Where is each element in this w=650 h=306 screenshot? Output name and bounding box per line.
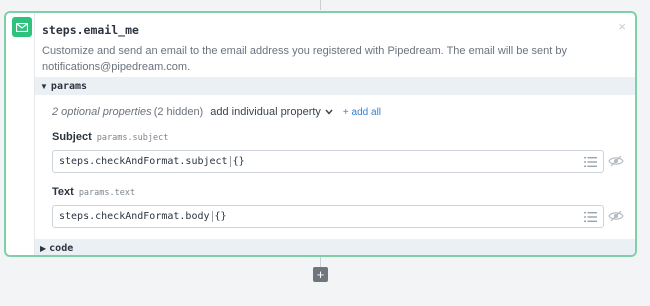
eye-slash-icon[interactable] — [608, 155, 624, 167]
envelope-icon — [12, 17, 32, 37]
expression-braces: {} — [211, 211, 229, 222]
property-name: Text — [52, 186, 74, 198]
params-section-toggle[interactable]: ▼ params — [35, 77, 635, 95]
add-individual-property-label: add individual property — [210, 106, 321, 118]
optional-properties-hidden: (2 hidden) — [153, 106, 204, 118]
property-label-subject: Subject params.subject — [52, 131, 168, 143]
step-left-rail — [34, 13, 35, 255]
close-icon[interactable]: × — [618, 19, 626, 34]
input-expression: steps.checkAndFormat.subject — [59, 156, 228, 167]
property-path: params.text — [78, 188, 136, 198]
caret-down-icon: ▼ — [40, 81, 48, 91]
eye-slash-icon[interactable] — [608, 210, 624, 222]
connector-line-bottom — [320, 257, 321, 267]
step-card: steps.email_me × Customize and send an e… — [4, 11, 637, 257]
connector-line-top — [320, 0, 321, 10]
property-label-text: Text params.text — [52, 186, 135, 198]
add-individual-property-dropdown[interactable]: add individual property — [210, 106, 333, 118]
add-step-button[interactable]: + — [313, 267, 328, 282]
step-name[interactable]: steps.email_me — [42, 23, 139, 37]
step-description: Customize and send an email to the email… — [42, 45, 568, 73]
expression-braces: {} — [229, 156, 247, 167]
list-icon[interactable] — [584, 156, 597, 168]
optional-properties-row: 2 optional properties (2 hidden) add ind… — [52, 106, 381, 118]
optional-properties-count: 2 optional properties — [52, 106, 152, 118]
property-name: Subject — [52, 131, 92, 143]
code-section-label: code — [49, 242, 74, 254]
caret-right-icon: ▶ — [40, 243, 47, 253]
list-icon[interactable] — [584, 211, 597, 223]
chevron-down-icon — [325, 109, 333, 115]
subject-input[interactable]: steps.checkAndFormat.subject {} — [52, 150, 604, 173]
add-all-link[interactable]: + add all — [343, 107, 381, 118]
text-input[interactable]: steps.checkAndFormat.body {} — [52, 205, 604, 228]
input-expression: steps.checkAndFormat.body — [59, 211, 210, 222]
params-section-label: params — [50, 80, 88, 92]
code-section-toggle[interactable]: ▶ code — [35, 239, 635, 255]
property-path: params.subject — [96, 133, 169, 143]
